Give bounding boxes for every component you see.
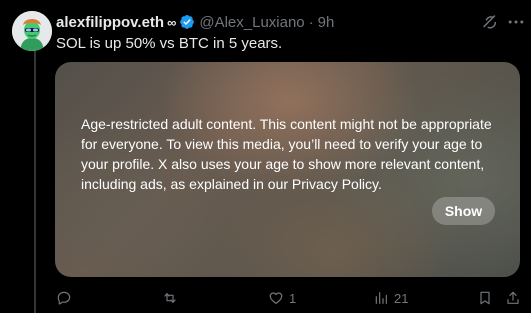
- reply-button[interactable]: [56, 288, 77, 308]
- more-options-icon[interactable]: [506, 12, 526, 32]
- thread-line: [34, 50, 36, 313]
- grok-icon[interactable]: [481, 13, 499, 31]
- views-button[interactable]: 21: [373, 288, 408, 308]
- avatar[interactable]: [12, 11, 52, 51]
- views-count: 21: [394, 290, 409, 306]
- views-icon: [375, 292, 387, 304]
- heart-icon: [269, 292, 283, 304]
- verified-badge-icon[interactable]: [179, 14, 195, 30]
- repost-button[interactable]: [162, 288, 183, 308]
- avatar-image: [12, 11, 52, 51]
- reply-icon: [57, 291, 71, 305]
- tweet[interactable]: alexfilippov.eth ∞ @Alex_Luxiano · 9h SO…: [0, 0, 531, 313]
- separator-dot: ·: [308, 13, 314, 31]
- show-media-button[interactable]: Show: [432, 197, 495, 225]
- sensitive-media-container: Age-restricted adult content. This conte…: [55, 62, 520, 277]
- author-name-suffix: ∞: [167, 14, 177, 30]
- share-icon: [507, 291, 519, 304]
- age-restriction-message: Age-restricted adult content. This conte…: [81, 116, 492, 192]
- like-button[interactable]: 1: [268, 288, 296, 308]
- like-count: 1: [289, 290, 297, 306]
- author-name[interactable]: alexfilippov.eth: [56, 14, 164, 31]
- bookmark-icon: [480, 291, 490, 305]
- tweet-header: alexfilippov.eth ∞ @Alex_Luxiano · 9h: [56, 12, 334, 32]
- tweet-text: SOL is up 50% vs BTC in 5 years.: [56, 35, 283, 52]
- share-button[interactable]: [505, 288, 521, 308]
- repost-icon: [164, 293, 176, 303]
- timestamp[interactable]: 9h: [318, 14, 335, 31]
- author-handle[interactable]: @Alex_Luxiano: [199, 14, 304, 31]
- bookmark-button[interactable]: [477, 288, 493, 308]
